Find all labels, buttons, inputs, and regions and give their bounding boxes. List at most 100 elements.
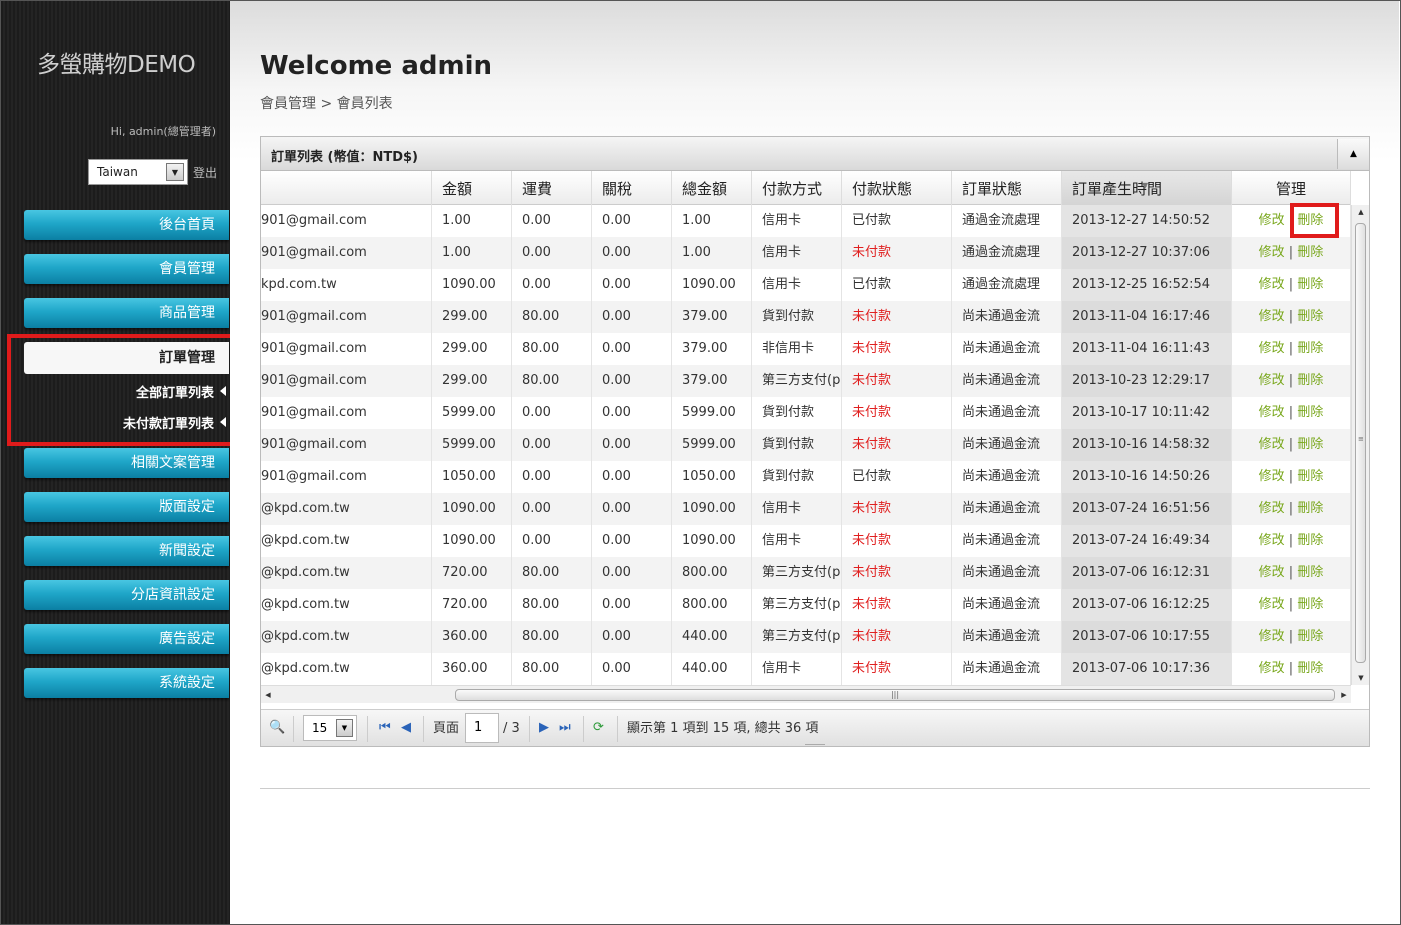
sidebar-item[interactable]: 相關文案管理 <box>24 448 229 478</box>
sidebar-item[interactable]: 商品管理 <box>24 298 229 328</box>
edit-link[interactable]: 修改 <box>1259 373 1285 388</box>
delete-link[interactable]: 刪除 <box>1297 501 1323 516</box>
scroll-left-icon[interactable]: ◀ <box>261 686 275 704</box>
table-row[interactable]: @kpd.com.tw 360.00 80.00 0.00 440.00 信用卡 未付款 尚未… <box>261 653 1351 685</box>
page-size-select[interactable]: 15 ▼ <box>303 715 357 741</box>
delete-link[interactable]: 刪除 <box>1297 629 1323 644</box>
column-header[interactable]: 運費 <box>512 171 592 205</box>
refresh-icon[interactable]: ⟳ <box>593 720 604 735</box>
column-header[interactable]: 管理 <box>1232 171 1351 205</box>
column-header[interactable]: 總金額 <box>672 171 752 205</box>
delete-link[interactable]: 刪除 <box>1297 533 1323 548</box>
sidebar-item[interactable]: 會員管理 <box>24 254 229 284</box>
edit-link[interactable]: 修改 <box>1259 277 1285 292</box>
sidebar-item[interactable]: 版面設定 <box>24 492 229 522</box>
cell-actions: 修改 | 刪除 <box>1232 429 1351 461</box>
table-row[interactable]: @kpd.com.tw 1090.00 0.00 0.00 1090.00 信用卡 未付款尚… <box>261 493 1351 525</box>
last-page-icon[interactable]: ⏭ <box>559 720 571 735</box>
column-header[interactable]: 金額 <box>432 171 512 205</box>
delete-link[interactable]: 刪除 <box>1297 437 1323 452</box>
table-row[interactable]: @kpd.com.tw 360.00 80.00 0.00 440.00 第三方支付(p 未… <box>261 621 1351 653</box>
cell-pay-status: 未付款 <box>842 365 952 397</box>
sidebar-item[interactable]: 分店資訊設定 <box>24 580 229 610</box>
edit-link[interactable]: 修改 <box>1259 501 1285 516</box>
sidebar-item[interactable]: 後台首頁 <box>24 210 229 240</box>
cell-pay-status: 已付款 <box>842 205 952 237</box>
vertical-scroll-thumb[interactable]: ≡ <box>1355 223 1366 663</box>
table-row[interactable]: 901@gmail.com 5999.00 0.00 0.00 5999.00 貨到付款未… <box>261 429 1351 461</box>
delete-link[interactable]: 刪除 <box>1297 405 1323 420</box>
separator: | <box>1284 245 1298 260</box>
cell-payment: 信用卡 <box>752 269 842 301</box>
edit-link[interactable]: 修改 <box>1259 213 1285 228</box>
table-row[interactable]: @kpd.com.tw 720.00 80.00 0.00 800.00 第三方支付(p 未… <box>261 589 1351 621</box>
resize-grip-icon[interactable] <box>805 744 825 746</box>
table-row[interactable]: kpd.com.tw 1090.00 0.00 0.00 1090.00 信用卡 已付款 通過… <box>261 269 1351 301</box>
delete-link[interactable]: 刪除 <box>1297 469 1323 484</box>
logout-link[interactable]: 登出 <box>193 164 217 181</box>
delete-link[interactable]: 刪除 <box>1297 597 1323 612</box>
edit-link[interactable]: 修改 <box>1259 469 1285 484</box>
cell-total: 5999.00 <box>672 429 752 461</box>
edit-link[interactable]: 修改 <box>1259 245 1285 260</box>
edit-link[interactable]: 修改 <box>1259 405 1285 420</box>
table-row[interactable]: 901@gmail.com 1.00 0.00 0.00 1.00 信用卡 未付款 通過金流處… <box>261 237 1351 269</box>
first-page-icon[interactable]: ⏮ <box>379 720 391 735</box>
table-row[interactable]: 901@gmail.com 299.00 80.00 0.00 379.00 貨到付款 未付… <box>261 301 1351 333</box>
cell-actions: 修改 | 刪除 <box>1232 269 1351 301</box>
table-row[interactable]: 901@gmail.com 5999.00 0.00 0.00 5999.00 貨到付款未… <box>261 397 1351 429</box>
column-header[interactable]: 關稅 <box>592 171 672 205</box>
edit-link[interactable]: 修改 <box>1259 309 1285 324</box>
scroll-down-icon[interactable]: ▼ <box>1352 671 1369 685</box>
edit-link[interactable]: 修改 <box>1259 597 1285 612</box>
delete-link[interactable]: 刪除 <box>1297 661 1323 676</box>
grid-title: 訂單列表 (幣值：NTD$) <box>271 150 418 165</box>
page-number-input[interactable]: 1 <box>465 713 499 743</box>
sidebar-item[interactable]: 新聞設定 <box>24 536 229 566</box>
column-header[interactable]: 訂單產生時間 ▼ <box>1062 171 1232 205</box>
delete-link[interactable]: 刪除 <box>1297 565 1323 580</box>
cell-email: 901@gmail.com <box>261 365 432 397</box>
sidebar-item[interactable]: 廣告設定 <box>24 624 229 654</box>
search-icon[interactable]: 🔍 <box>269 720 285 735</box>
delete-link[interactable]: 刪除 <box>1297 309 1323 324</box>
delete-link[interactable]: 刪除 <box>1297 341 1323 356</box>
language-select[interactable]: Taiwan ▼ <box>88 159 188 185</box>
cell-total: 440.00 <box>672 621 752 653</box>
edit-link[interactable]: 修改 <box>1259 565 1285 580</box>
collapse-toggle-button[interactable]: ▲ <box>1337 139 1369 169</box>
edit-link[interactable]: 修改 <box>1259 629 1285 644</box>
cell-payment: 信用卡 <box>752 205 842 237</box>
scroll-right-icon[interactable]: ▶ <box>1337 686 1351 704</box>
column-header[interactable]: 付款狀態 <box>842 171 952 205</box>
delete-link[interactable]: 刪除 <box>1297 277 1323 292</box>
table-row[interactable]: 901@gmail.com 1050.00 0.00 0.00 1050.00 貨到付款已… <box>261 461 1351 493</box>
edit-link[interactable]: 修改 <box>1259 533 1285 548</box>
column-header[interactable]: 付款方式 <box>752 171 842 205</box>
delete-link[interactable]: 刪除 <box>1297 245 1323 260</box>
pager-divider <box>583 716 584 742</box>
edit-link[interactable]: 修改 <box>1259 437 1285 452</box>
cell-amount: 299.00 <box>432 301 512 333</box>
cell-total: 800.00 <box>672 557 752 589</box>
horizontal-scrollbar[interactable]: ◀ ||| ▶ <box>261 685 1351 703</box>
horizontal-scroll-thumb[interactable]: ||| <box>455 689 1335 701</box>
table-row[interactable]: @kpd.com.tw 720.00 80.00 0.00 800.00 第三方支付(p 未… <box>261 557 1351 589</box>
vertical-scrollbar[interactable]: ▲ ≡ ▼ <box>1351 205 1369 685</box>
next-page-icon[interactable]: ▶ <box>539 720 549 735</box>
delete-link[interactable]: 刪除 <box>1297 373 1323 388</box>
column-header[interactable] <box>261 171 432 205</box>
table-row[interactable]: 901@gmail.com 299.00 80.00 0.00 379.00 第三方支付(… <box>261 365 1351 397</box>
edit-link[interactable]: 修改 <box>1259 341 1285 356</box>
edit-link[interactable]: 修改 <box>1259 661 1285 676</box>
prev-page-icon[interactable]: ◀ <box>401 720 411 735</box>
chevron-down-icon[interactable]: ▼ <box>336 719 353 737</box>
column-header[interactable]: 訂單狀態 <box>952 171 1062 205</box>
scroll-up-icon[interactable]: ▲ <box>1352 205 1369 219</box>
table-row[interactable]: 901@gmail.com 299.00 80.00 0.00 379.00 非信用卡 未付… <box>261 333 1351 365</box>
cell-payment: 第三方支付(p <box>752 557 842 589</box>
table-row[interactable]: 901@gmail.com 1.00 0.00 0.00 1.00 信用卡 已付款 通過金流處… <box>261 205 1351 237</box>
sidebar-item[interactable]: 系統設定 <box>24 668 229 698</box>
chevron-down-icon[interactable]: ▼ <box>166 163 184 181</box>
table-row[interactable]: @kpd.com.tw 1090.00 0.00 0.00 1090.00 信用卡 未付款尚… <box>261 525 1351 557</box>
